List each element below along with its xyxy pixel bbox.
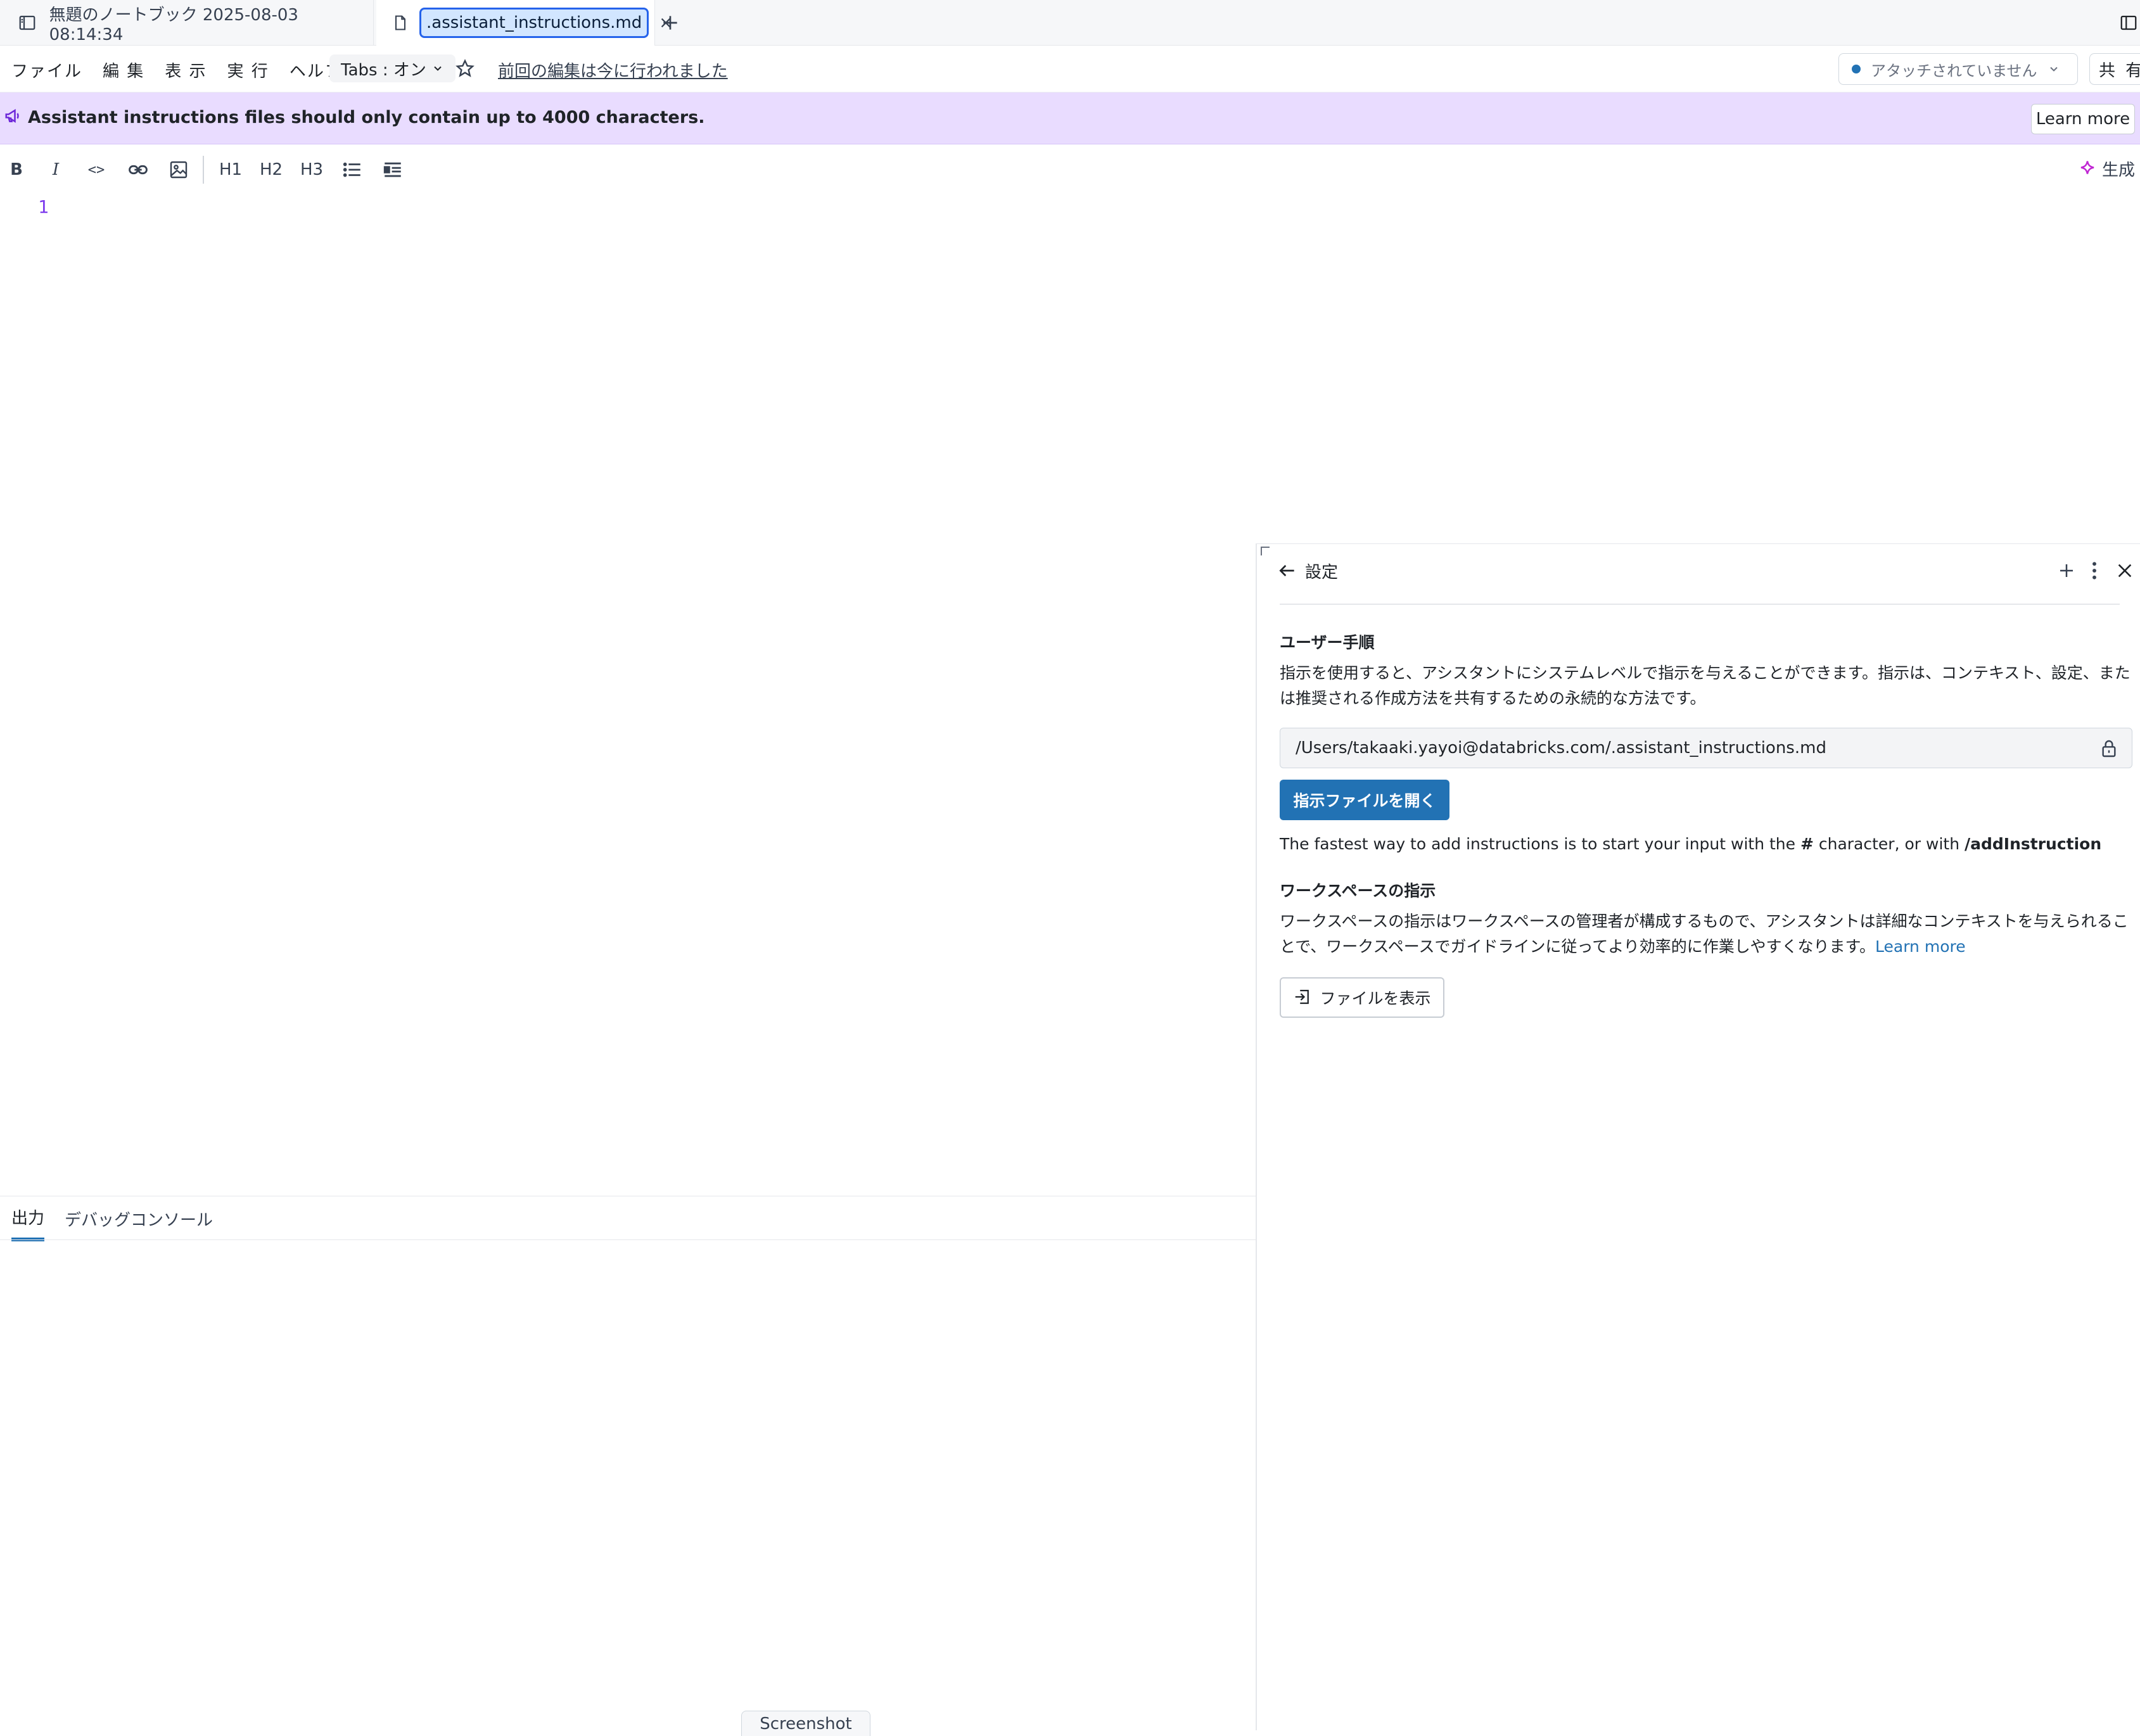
- screenshot-button[interactable]: Screenshot: [741, 1711, 870, 1736]
- star-icon[interactable]: [451, 54, 479, 82]
- link-icon[interactable]: [124, 156, 152, 184]
- tab-debug-console[interactable]: デバッグコンソール: [65, 1207, 213, 1239]
- open-file-icon: [1293, 987, 1313, 1008]
- workspace-learn-more-link[interactable]: Learn more: [1875, 937, 1966, 956]
- user-instructions-heading: ユーザー手順: [1280, 633, 1375, 652]
- generate-button[interactable]: 生成: [2078, 157, 2135, 181]
- bottom-panel-tabs: 出力 デバッグコンソール: [11, 1205, 233, 1241]
- attach-status-label: アタッチされていません: [1871, 61, 2037, 80]
- menu-file[interactable]: ファイル: [11, 58, 82, 82]
- heading-3-button[interactable]: H3: [298, 156, 326, 184]
- lock-icon: [2099, 738, 2119, 759]
- resize-handle[interactable]: [1261, 547, 1270, 555]
- image-icon[interactable]: [165, 156, 193, 184]
- heading-2-button[interactable]: H2: [257, 156, 285, 184]
- more-options-icon[interactable]: [2084, 557, 2105, 585]
- settings-divider: [1280, 604, 2120, 605]
- code-button[interactable]: <>: [84, 156, 109, 184]
- instructions-path-value: /Users/takaaki.yayoi@databricks.com/.ass…: [1296, 738, 1826, 757]
- attach-compute-dropdown[interactable]: アタッチされていません: [1838, 53, 2078, 85]
- assistant-settings-panel: 設定 ユーザー手順 指示を使用すると、アシスタントにシステムレベルで指示を与える…: [1256, 543, 2140, 1730]
- status-dot-icon: [1852, 65, 1861, 73]
- workspace-desc-text: ワークスペースの指示はワークスペースの管理者が構成するもので、アシスタントは詳細…: [1280, 912, 2129, 956]
- fastest-way-hint: The fastest way to add instructions is t…: [1280, 832, 2132, 857]
- menu-view[interactable]: 表 示: [165, 58, 207, 82]
- menu-run[interactable]: 実 行: [227, 58, 269, 82]
- chevron-down-icon: [2048, 63, 2060, 75]
- tabs-toggle-dropdown[interactable]: Tabs : オン: [329, 54, 455, 82]
- share-button[interactable]: 共 有: [2089, 53, 2140, 85]
- view-file-button[interactable]: ファイルを表示: [1280, 977, 1444, 1018]
- learn-more-button[interactable]: Learn more: [2031, 104, 2135, 134]
- right-panel-toggle-icon[interactable]: [2117, 11, 2140, 34]
- tab-assistant-instructions-label[interactable]: .assistant_instructions.md: [419, 8, 649, 38]
- chevron-down-icon: [431, 62, 444, 75]
- line-number: 1: [38, 196, 49, 217]
- banner-message: Assistant instructions files should only…: [28, 108, 705, 127]
- menu-list: ファイル 編 集 表 示 実 行 ヘルプ: [11, 58, 363, 82]
- file-icon: [392, 10, 409, 35]
- tabs-toggle-label: Tabs : オン: [341, 60, 426, 80]
- bottom-output-panel: 出力 デバッグコンソール Screenshot: [0, 1196, 1256, 1736]
- sparkle-icon: [2078, 160, 2097, 179]
- instructions-path-field[interactable]: /Users/takaaki.yayoi@databricks.com/.ass…: [1280, 728, 2132, 768]
- add-tab-plus-icon[interactable]: [656, 9, 684, 37]
- tab-notebook[interactable]: 無題のノートブック 2025-08-03 08:14:34: [0, 0, 374, 46]
- tab-assistant-instructions[interactable]: .assistant_instructions.md: [376, 0, 671, 46]
- last-edit-link[interactable]: 前回の編集は今に行われました: [498, 58, 728, 82]
- hint-text-1: The fastest way to add instructions is t…: [1280, 835, 1800, 853]
- toolbar-divider: [203, 156, 204, 184]
- hint-text-2: character, or with: [1813, 835, 1965, 853]
- share-label: 共 有: [2099, 61, 2140, 80]
- megaphone-icon: [4, 106, 25, 128]
- italic-button[interactable]: I: [44, 156, 67, 184]
- open-instructions-file-button[interactable]: 指示ファイルを開く: [1280, 780, 1449, 820]
- bottom-panel-divider: [0, 1239, 1256, 1240]
- workspace-instructions-heading: ワークスペースの指示: [1280, 882, 1436, 900]
- user-instructions-description: 指示を使用すると、アシスタントにシステムレベルで指示を与えることができます。指示…: [1280, 664, 2130, 707]
- character-limit-banner: Assistant instructions files should only…: [0, 92, 2140, 144]
- hint-hash: #: [1800, 835, 1814, 853]
- tab-bar: 無題のノートブック 2025-08-03 08:14:34 .assistant…: [0, 0, 2140, 46]
- generate-label: 生成: [2101, 161, 2135, 180]
- plus-icon[interactable]: [2053, 557, 2080, 585]
- quote-block-icon[interactable]: [379, 156, 407, 184]
- heading-1-button[interactable]: H1: [217, 156, 245, 184]
- view-file-label: ファイルを表示: [1320, 989, 1431, 1008]
- workspace-instructions-description: ワークスペースの指示はワークスペースの管理者が構成するもので、アシスタントは詳細…: [1280, 909, 2132, 960]
- back-arrow-icon[interactable]: [1273, 557, 1301, 585]
- tab-notebook-label: 無題のノートブック 2025-08-03 08:14:34: [49, 5, 298, 44]
- menu-bar: ファイル 編 集 表 示 実 行 ヘルプ Tabs : オン 前回の編集は今に行…: [0, 46, 2140, 92]
- formatting-toolbar: B I <> H1 H2 H3 生成: [0, 151, 2140, 189]
- hint-command: /addInstruction: [1964, 835, 2102, 853]
- menu-edit[interactable]: 編 集: [103, 58, 144, 82]
- settings-title: 設定: [1305, 563, 1339, 582]
- sidebar-panel-icon[interactable]: [15, 10, 39, 35]
- bulleted-list-icon[interactable]: [338, 156, 366, 184]
- tab-output[interactable]: 出力: [11, 1205, 45, 1241]
- bold-button[interactable]: B: [5, 156, 28, 184]
- close-icon[interactable]: [2111, 557, 2139, 585]
